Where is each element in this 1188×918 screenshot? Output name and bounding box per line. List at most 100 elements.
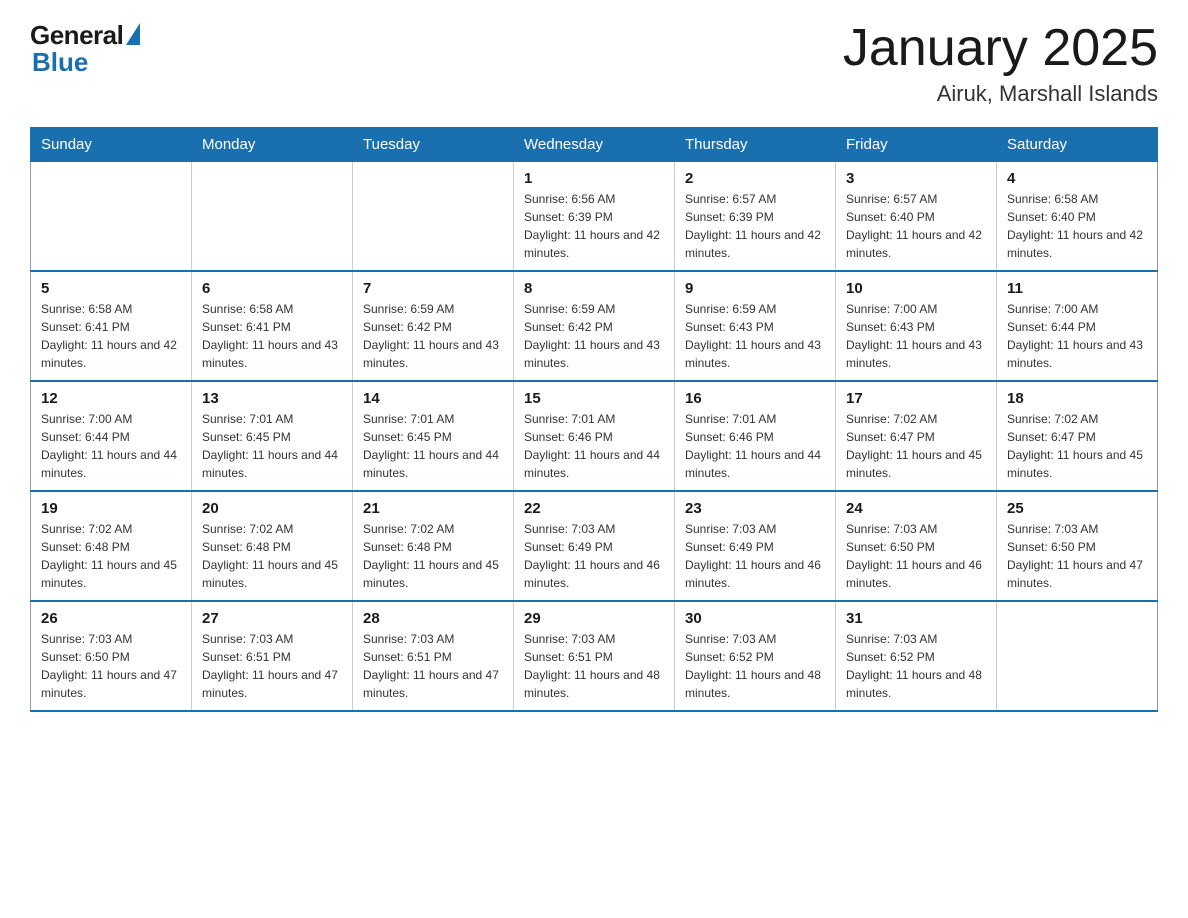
calendar-cell: 22Sunrise: 7:03 AMSunset: 6:49 PMDayligh… — [514, 491, 675, 601]
day-number: 3 — [846, 170, 986, 187]
calendar-cell — [353, 162, 514, 272]
calendar-title: January 2025 — [843, 20, 1158, 77]
day-info: Sunrise: 7:03 AMSunset: 6:51 PMDaylight:… — [202, 630, 342, 702]
day-info: Sunrise: 7:02 AMSunset: 6:48 PMDaylight:… — [363, 520, 503, 592]
day-info: Sunrise: 7:03 AMSunset: 6:52 PMDaylight:… — [846, 630, 986, 702]
calendar-cell: 29 Sunrise: 7:03 AMSunset: 6:51 PMDayligh… — [514, 601, 675, 711]
calendar-cell: 26Sunrise: 7:03 AMSunset: 6:50 PMDayligh… — [31, 601, 192, 711]
day-info: Sunrise: 6:58 AMSunset: 6:41 PMDaylight:… — [202, 300, 342, 372]
day-number: 25 — [1007, 500, 1147, 517]
day-info: Sunrise: 6:58 AMSunset: 6:40 PMDaylight:… — [1007, 190, 1147, 262]
calendar-cell — [192, 162, 353, 272]
day-info: Sunrise: 7:03 AMSunset: 6:51 PMDaylight:… — [524, 630, 664, 702]
calendar-cell: 15 Sunrise: 7:01 AMSunset: 6:46 PMDayligh… — [514, 381, 675, 491]
day-number: 21 — [363, 500, 503, 517]
calendar-cell: 13 Sunrise: 7:01 AMSunset: 6:45 PMDayligh… — [192, 381, 353, 491]
day-info: Sunrise: 6:56 AMSunset: 6:39 PMDaylight:… — [524, 190, 664, 262]
calendar-cell: 3 Sunrise: 6:57 AMSunset: 6:40 PMDaylight… — [836, 162, 997, 272]
day-info: Sunrise: 6:59 AMSunset: 6:42 PMDaylight:… — [524, 300, 664, 372]
calendar-cell: 14 Sunrise: 7:01 AMSunset: 6:45 PMDayligh… — [353, 381, 514, 491]
day-number: 31 — [846, 610, 986, 627]
calendar-day-header: Thursday — [675, 128, 836, 162]
day-number: 23 — [685, 500, 825, 517]
calendar-cell: 30 Sunrise: 7:03 AMSunset: 6:52 PMDayligh… — [675, 601, 836, 711]
calendar-cell: 10 Sunrise: 7:00 AMSunset: 6:43 PMDayligh… — [836, 271, 997, 381]
calendar-cell: 31 Sunrise: 7:03 AMSunset: 6:52 PMDayligh… — [836, 601, 997, 711]
day-info: Sunrise: 7:02 AMSunset: 6:48 PMDaylight:… — [41, 520, 181, 592]
day-info: Sunrise: 7:00 AMSunset: 6:44 PMDaylight:… — [41, 410, 181, 482]
calendar-cell: 8Sunrise: 6:59 AMSunset: 6:42 PMDaylight… — [514, 271, 675, 381]
day-info: Sunrise: 6:58 AMSunset: 6:41 PMDaylight:… — [41, 300, 181, 372]
day-info: Sunrise: 7:01 AMSunset: 6:45 PMDaylight:… — [202, 410, 342, 482]
calendar-cell — [31, 162, 192, 272]
calendar-cell: 21 Sunrise: 7:02 AMSunset: 6:48 PMDayligh… — [353, 491, 514, 601]
day-info: Sunrise: 7:00 AMSunset: 6:44 PMDaylight:… — [1007, 300, 1147, 372]
page-header: General Blue January 2025 Airuk, Marshal… — [30, 20, 1158, 107]
day-number: 17 — [846, 390, 986, 407]
day-info: Sunrise: 7:01 AMSunset: 6:46 PMDaylight:… — [685, 410, 825, 482]
calendar-cell: 9 Sunrise: 6:59 AMSunset: 6:43 PMDaylight… — [675, 271, 836, 381]
day-number: 26 — [41, 610, 181, 627]
calendar-week-row: 1 Sunrise: 6:56 AMSunset: 6:39 PMDaylight… — [31, 162, 1158, 272]
day-info: Sunrise: 7:00 AMSunset: 6:43 PMDaylight:… — [846, 300, 986, 372]
day-number: 2 — [685, 170, 825, 187]
day-number: 5 — [41, 280, 181, 297]
calendar-cell: 1 Sunrise: 6:56 AMSunset: 6:39 PMDaylight… — [514, 162, 675, 272]
day-number: 1 — [524, 170, 664, 187]
calendar-cell: 24Sunrise: 7:03 AMSunset: 6:50 PMDayligh… — [836, 491, 997, 601]
calendar-cell: 20 Sunrise: 7:02 AMSunset: 6:48 PMDayligh… — [192, 491, 353, 601]
calendar-week-row: 19 Sunrise: 7:02 AMSunset: 6:48 PMDayligh… — [31, 491, 1158, 601]
calendar-cell: 17 Sunrise: 7:02 AMSunset: 6:47 PMDayligh… — [836, 381, 997, 491]
day-number: 11 — [1007, 280, 1147, 297]
day-number: 19 — [41, 500, 181, 517]
day-info: Sunrise: 6:59 AMSunset: 6:42 PMDaylight:… — [363, 300, 503, 372]
calendar-day-header: Monday — [192, 128, 353, 162]
day-number: 22 — [524, 500, 664, 517]
day-number: 30 — [685, 610, 825, 627]
day-info: Sunrise: 7:01 AMSunset: 6:46 PMDaylight:… — [524, 410, 664, 482]
calendar-header-row: SundayMondayTuesdayWednesdayThursdayFrid… — [31, 128, 1158, 162]
day-number: 29 — [524, 610, 664, 627]
calendar-cell — [997, 601, 1158, 711]
title-area: January 2025 Airuk, Marshall Islands — [843, 20, 1158, 107]
calendar-day-header: Sunday — [31, 128, 192, 162]
day-number: 18 — [1007, 390, 1147, 407]
day-info: Sunrise: 7:02 AMSunset: 6:47 PMDaylight:… — [846, 410, 986, 482]
day-number: 7 — [363, 280, 503, 297]
day-info: Sunrise: 7:03 AMSunset: 6:50 PMDaylight:… — [846, 520, 986, 592]
day-number: 16 — [685, 390, 825, 407]
calendar-cell: 2 Sunrise: 6:57 AMSunset: 6:39 PMDaylight… — [675, 162, 836, 272]
day-info: Sunrise: 7:03 AMSunset: 6:52 PMDaylight:… — [685, 630, 825, 702]
day-number: 12 — [41, 390, 181, 407]
day-number: 20 — [202, 500, 342, 517]
day-number: 14 — [363, 390, 503, 407]
calendar-cell: 5 Sunrise: 6:58 AMSunset: 6:41 PMDaylight… — [31, 271, 192, 381]
day-info: Sunrise: 7:02 AMSunset: 6:48 PMDaylight:… — [202, 520, 342, 592]
logo-blue-text: Blue — [32, 47, 88, 78]
calendar-day-header: Wednesday — [514, 128, 675, 162]
day-number: 27 — [202, 610, 342, 627]
logo: General Blue — [30, 20, 140, 78]
day-number: 6 — [202, 280, 342, 297]
day-number: 28 — [363, 610, 503, 627]
day-info: Sunrise: 6:59 AMSunset: 6:43 PMDaylight:… — [685, 300, 825, 372]
day-info: Sunrise: 6:57 AMSunset: 6:39 PMDaylight:… — [685, 190, 825, 262]
calendar-week-row: 5 Sunrise: 6:58 AMSunset: 6:41 PMDaylight… — [31, 271, 1158, 381]
calendar-cell: 23Sunrise: 7:03 AMSunset: 6:49 PMDayligh… — [675, 491, 836, 601]
day-number: 15 — [524, 390, 664, 407]
day-info: Sunrise: 7:01 AMSunset: 6:45 PMDaylight:… — [363, 410, 503, 482]
calendar-cell: 12 Sunrise: 7:00 AMSunset: 6:44 PMDayligh… — [31, 381, 192, 491]
day-info: Sunrise: 7:03 AMSunset: 6:50 PMDaylight:… — [1007, 520, 1147, 592]
calendar-cell: 18Sunrise: 7:02 AMSunset: 6:47 PMDayligh… — [997, 381, 1158, 491]
calendar-subtitle: Airuk, Marshall Islands — [843, 81, 1158, 107]
day-number: 10 — [846, 280, 986, 297]
calendar-cell: 27 Sunrise: 7:03 AMSunset: 6:51 PMDayligh… — [192, 601, 353, 711]
day-info: Sunrise: 6:57 AMSunset: 6:40 PMDaylight:… — [846, 190, 986, 262]
calendar-week-row: 26Sunrise: 7:03 AMSunset: 6:50 PMDayligh… — [31, 601, 1158, 711]
calendar-cell: 6 Sunrise: 6:58 AMSunset: 6:41 PMDaylight… — [192, 271, 353, 381]
day-number: 13 — [202, 390, 342, 407]
calendar-cell: 25 Sunrise: 7:03 AMSunset: 6:50 PMDayligh… — [997, 491, 1158, 601]
calendar-day-header: Tuesday — [353, 128, 514, 162]
day-number: 9 — [685, 280, 825, 297]
day-info: Sunrise: 7:03 AMSunset: 6:51 PMDaylight:… — [363, 630, 503, 702]
